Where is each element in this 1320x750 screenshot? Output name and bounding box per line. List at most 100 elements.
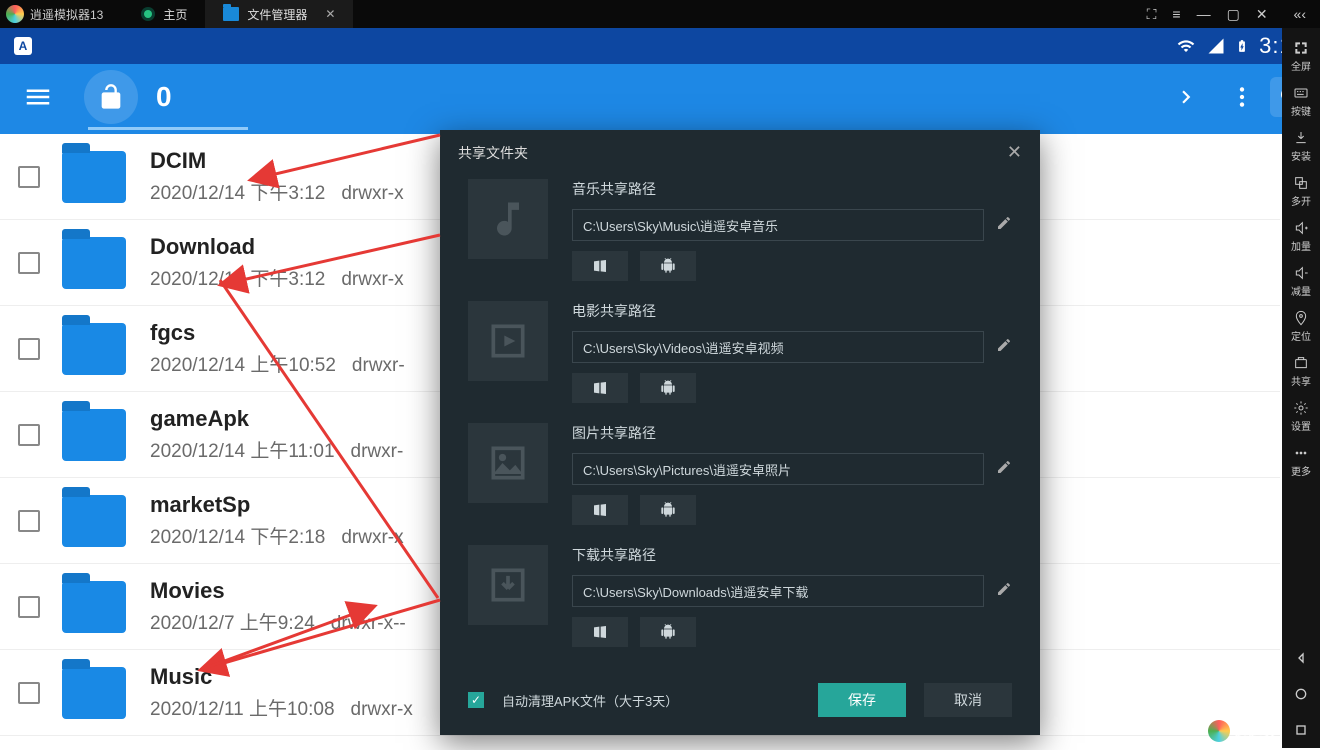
share-folder-dialog: 共享文件夹 ✕ 音乐共享路径 电影共享路径 — [440, 130, 1040, 735]
share-section: 图片共享路径 — [468, 423, 1012, 525]
row-checkbox[interactable] — [18, 682, 40, 704]
window-titlebar: 逍遥模拟器13 主页 文件管理器 ✕ ⛶ ≡ — ▢ ✕ «‹ — [0, 0, 1320, 28]
path-input[interactable] — [572, 209, 984, 241]
path-input[interactable] — [572, 331, 984, 363]
file-meta: 2020/12/14 下午2:18drwxr-x — [150, 522, 404, 549]
download-icon — [468, 545, 548, 625]
emulator-sidebar: 全屏按键安装多开加量减量定位共享设置更多 — [1282, 28, 1320, 748]
sidebar-label: 更多 — [1291, 463, 1311, 478]
app-logo-icon — [6, 5, 24, 23]
open-windows-button[interactable] — [572, 373, 628, 403]
brand-logo-icon — [1208, 720, 1230, 742]
save-button[interactable]: 保存 — [818, 683, 906, 717]
tab-close-button[interactable]: ✕ — [325, 7, 335, 21]
tab-home[interactable]: 主页 — [123, 0, 205, 28]
row-checkbox[interactable] — [18, 596, 40, 618]
sidebar-install-button[interactable]: 安装 — [1282, 124, 1320, 169]
sidebar-label: 按键 — [1291, 103, 1311, 118]
sidebar-voldn-button[interactable]: 减量 — [1282, 259, 1320, 304]
sidebar-label: 多开 — [1291, 193, 1311, 208]
sidebar-multi-button[interactable]: 多开 — [1282, 169, 1320, 214]
dialog-title: 共享文件夹 — [458, 143, 528, 163]
file-name: DCIM — [150, 148, 404, 174]
sidebar-more-button[interactable]: 更多 — [1282, 439, 1320, 484]
forward-button[interactable] — [1158, 69, 1214, 125]
dialog-close-button[interactable]: ✕ — [1007, 142, 1022, 163]
file-name: marketSp — [150, 492, 404, 518]
tab-filemanager[interactable]: 文件管理器 ✕ — [205, 0, 353, 28]
row-checkbox[interactable] — [18, 338, 40, 360]
sidebar-label: 全屏 — [1291, 58, 1311, 73]
file-meta: 2020/12/7 上午9:24drwxr-x-- — [150, 608, 406, 635]
app-badge-icon: A — [14, 37, 32, 55]
music-icon — [468, 179, 548, 259]
sidebar-label: 加量 — [1291, 238, 1311, 253]
file-name: Download — [150, 234, 404, 260]
open-windows-button[interactable] — [572, 617, 628, 647]
edit-path-button[interactable] — [996, 581, 1012, 602]
edit-path-button[interactable] — [996, 215, 1012, 236]
home-icon — [141, 7, 155, 21]
tab-home-label: 主页 — [163, 6, 187, 23]
edit-path-button[interactable] — [996, 337, 1012, 358]
sidebar-keys-button[interactable]: 按键 — [1282, 79, 1320, 124]
row-checkbox[interactable] — [18, 424, 40, 446]
open-android-button[interactable] — [640, 251, 696, 281]
auto-clean-label: 自动清理APK文件（大于3天） — [502, 691, 800, 710]
row-checkbox[interactable] — [18, 510, 40, 532]
path-input[interactable] — [572, 453, 984, 485]
file-meta: 2020/12/11 上午10:08drwxr-x — [150, 694, 413, 721]
win-capture-icon[interactable]: ⛶ — [1147, 6, 1157, 23]
sidebar-share-button[interactable]: 共享 — [1282, 349, 1320, 394]
share-label: 图片共享路径 — [572, 423, 1012, 443]
open-windows-button[interactable] — [572, 495, 628, 525]
sidebar-label: 减量 — [1291, 283, 1311, 298]
android-statusbar: A 3:13 — [0, 28, 1320, 64]
folder-icon — [62, 409, 126, 461]
file-name: Music — [150, 664, 413, 690]
file-name: Movies — [150, 578, 406, 604]
file-meta: 2020/12/14 上午11:01drwxr- — [150, 436, 403, 463]
selection-count: 0 — [156, 81, 172, 113]
edit-path-button[interactable] — [996, 459, 1012, 480]
open-android-button[interactable] — [640, 617, 696, 647]
win-maximize-button[interactable]: ▢ — [1227, 6, 1240, 23]
open-android-button[interactable] — [640, 373, 696, 403]
open-windows-button[interactable] — [572, 251, 628, 281]
path-input[interactable] — [572, 575, 984, 607]
brand-text: 逍遥安 — [1234, 721, 1276, 741]
sidebar-gear-button[interactable]: 设置 — [1282, 394, 1320, 439]
share-section: 下载共享路径 — [468, 545, 1012, 647]
hamburger-menu-button[interactable] — [10, 69, 66, 125]
wifi-icon — [1175, 37, 1197, 55]
tab-filemanager-label: 文件管理器 — [247, 6, 307, 23]
win-minimize-button[interactable]: — — [1197, 6, 1211, 23]
file-meta: 2020/12/14 上午10:52drwxr- — [150, 350, 405, 377]
row-checkbox[interactable] — [18, 166, 40, 188]
sidebar-locate-button[interactable]: 定位 — [1282, 304, 1320, 349]
cancel-button[interactable]: 取消 — [924, 683, 1012, 717]
image-icon — [468, 423, 548, 503]
overflow-menu-button[interactable] — [1214, 69, 1270, 125]
file-meta: 2020/12/14 下午3:12drwxr-x — [150, 178, 404, 205]
app-toolbar: 0 — [0, 64, 1320, 130]
sidebar-volup-button[interactable]: 加量 — [1282, 214, 1320, 259]
file-name: fgcs — [150, 320, 405, 346]
win-close-button[interactable]: ✕ — [1256, 6, 1268, 23]
sidebar-fullscreen-button[interactable]: 全屏 — [1282, 34, 1320, 79]
file-name: gameApk — [150, 406, 403, 432]
folder-icon — [62, 581, 126, 633]
row-checkbox[interactable] — [18, 252, 40, 274]
video-icon — [468, 301, 548, 381]
auto-clean-checkbox[interactable]: ✓ — [468, 692, 484, 708]
open-android-button[interactable] — [640, 495, 696, 525]
share-section: 音乐共享路径 — [468, 179, 1012, 281]
win-menu-icon[interactable]: ≡ — [1172, 6, 1180, 23]
win-expand-icon[interactable]: «‹ — [1294, 6, 1306, 23]
nav-home-button[interactable] — [1282, 676, 1320, 712]
share-label: 电影共享路径 — [572, 301, 1012, 321]
nav-recent-button[interactable] — [1282, 712, 1320, 748]
nav-back-button[interactable] — [1282, 640, 1320, 676]
lock-button[interactable] — [84, 70, 138, 124]
sidebar-label: 定位 — [1291, 328, 1311, 343]
